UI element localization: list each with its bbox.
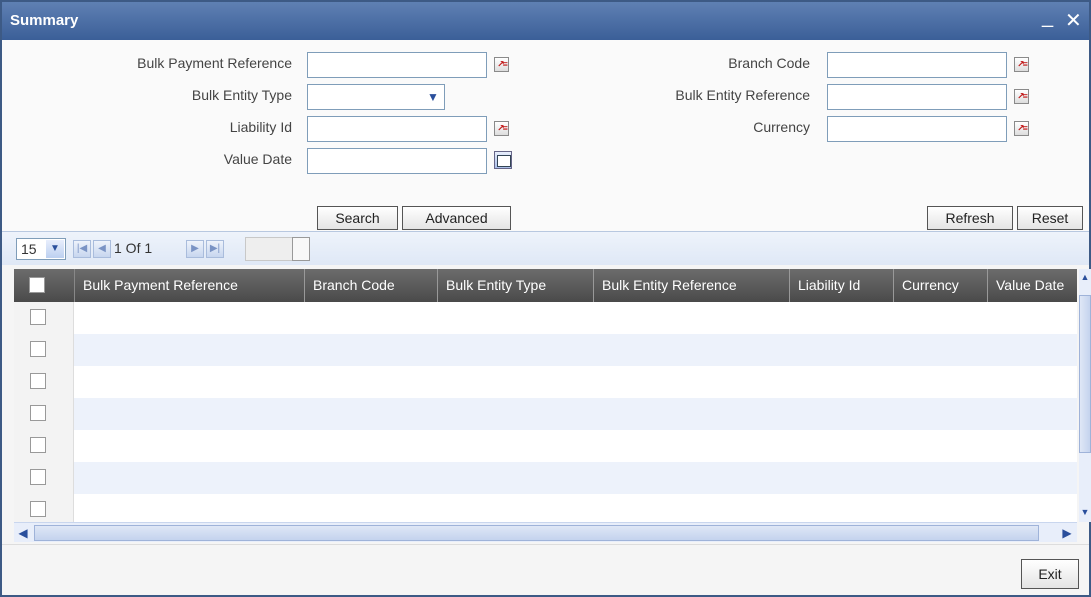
window-title: Summary: [10, 12, 79, 29]
col-liability-id[interactable]: Liability Id: [790, 269, 894, 302]
reset-button[interactable]: Reset: [1017, 206, 1083, 230]
last-page-icon[interactable]: ▶|: [206, 240, 224, 258]
goto-page-button[interactable]: [292, 237, 310, 261]
liability-id-label: Liability Id: [229, 119, 292, 135]
table-row[interactable]: [14, 334, 1077, 366]
col-branch-code[interactable]: Branch Code: [305, 269, 438, 302]
table-header: Bulk Payment Reference Branch Code Bulk …: [14, 269, 1077, 302]
bulk-payment-reference-lov-icon[interactable]: [494, 57, 509, 72]
liability-id-input[interactable]: [307, 116, 487, 142]
currency-lov-icon[interactable]: [1014, 121, 1029, 136]
col-value-date[interactable]: Value Date: [988, 269, 1077, 302]
bulk-entity-reference-label: Bulk Entity Reference: [675, 87, 810, 103]
scroll-up-icon[interactable]: ▲: [1079, 269, 1091, 285]
first-page-icon[interactable]: |◀: [73, 240, 91, 258]
bulk-entity-reference-input[interactable]: [827, 84, 1007, 110]
footer-bar: Exit: [2, 544, 1089, 595]
table-row[interactable]: [14, 366, 1077, 398]
currency-label: Currency: [753, 119, 810, 135]
row-checkbox[interactable]: [30, 309, 46, 325]
search-form: Bulk Payment Reference Bulk Entity Type …: [2, 40, 1089, 231]
branch-code-input[interactable]: [827, 52, 1007, 78]
col-bulk-entity-type[interactable]: Bulk Entity Type: [438, 269, 594, 302]
branch-code-label: Branch Code: [728, 55, 810, 71]
minimize-icon[interactable]: _: [1042, 6, 1053, 29]
row-checkbox[interactable]: [30, 437, 46, 453]
col-bulk-payment-reference[interactable]: Bulk Payment Reference: [75, 269, 305, 302]
vertical-scrollbar[interactable]: ▲ ▼: [1079, 269, 1091, 522]
page-size-value: 15: [21, 241, 37, 257]
bulk-entity-type-label: Bulk Entity Type: [191, 87, 292, 103]
value-date-input[interactable]: [307, 148, 487, 174]
table-row[interactable]: [14, 430, 1077, 462]
table-row[interactable]: [14, 462, 1077, 494]
bulk-payment-reference-input[interactable]: [307, 52, 487, 78]
scroll-left-icon[interactable]: ◀: [14, 524, 32, 542]
exit-button[interactable]: Exit: [1021, 559, 1079, 589]
chevron-down-icon[interactable]: ▼: [424, 88, 442, 106]
horizontal-scrollbar[interactable]: ◀ ▶: [14, 522, 1077, 542]
advanced-button[interactable]: Advanced: [402, 206, 511, 230]
liability-id-lov-icon[interactable]: [494, 121, 509, 136]
results-table: Bulk Payment Reference Branch Code Bulk …: [14, 269, 1077, 522]
bulk-payment-reference-label: Bulk Payment Reference: [137, 55, 292, 71]
table-row[interactable]: [14, 494, 1077, 522]
currency-input[interactable]: [827, 116, 1007, 142]
title-bar: Summary _ ✕: [2, 2, 1089, 40]
row-checkbox[interactable]: [30, 469, 46, 485]
select-all-checkbox[interactable]: [29, 277, 45, 293]
value-date-label: Value Date: [223, 151, 292, 167]
page-info: 1 Of 1: [114, 240, 153, 256]
horizontal-scroll-thumb[interactable]: [34, 525, 1039, 541]
refresh-button[interactable]: Refresh: [927, 206, 1013, 230]
table-row[interactable]: [14, 398, 1077, 430]
row-checkbox[interactable]: [30, 373, 46, 389]
pagination-bar: 15 ▼ |◀ ◀ 1 Of 1 ▶ ▶|: [2, 231, 1089, 265]
col-bulk-entity-reference[interactable]: Bulk Entity Reference: [594, 269, 790, 302]
bulk-entity-reference-lov-icon[interactable]: [1014, 89, 1029, 104]
prev-page-icon[interactable]: ◀: [93, 240, 111, 258]
row-checkbox[interactable]: [30, 405, 46, 421]
search-button[interactable]: Search: [317, 206, 398, 230]
vertical-scroll-thumb[interactable]: [1079, 295, 1091, 453]
scroll-right-icon[interactable]: ▶: [1058, 524, 1076, 542]
page-size-select[interactable]: 15 ▼: [16, 238, 66, 260]
close-icon[interactable]: ✕: [1065, 8, 1082, 33]
bulk-entity-type-select[interactable]: ▼: [307, 84, 445, 110]
table-row[interactable]: [14, 302, 1077, 334]
calendar-icon[interactable]: [494, 151, 512, 169]
row-checkbox[interactable]: [30, 501, 46, 517]
scroll-down-icon[interactable]: ▼: [1079, 504, 1091, 520]
col-currency[interactable]: Currency: [894, 269, 988, 302]
summary-window: Summary _ ✕ Bulk Payment Reference Bulk …: [0, 0, 1091, 597]
branch-code-lov-icon[interactable]: [1014, 57, 1029, 72]
goto-page-input[interactable]: [245, 237, 295, 261]
chevron-down-icon[interactable]: ▼: [46, 240, 64, 258]
select-all-cell: [14, 269, 75, 302]
row-checkbox[interactable]: [30, 341, 46, 357]
next-page-icon[interactable]: ▶: [186, 240, 204, 258]
